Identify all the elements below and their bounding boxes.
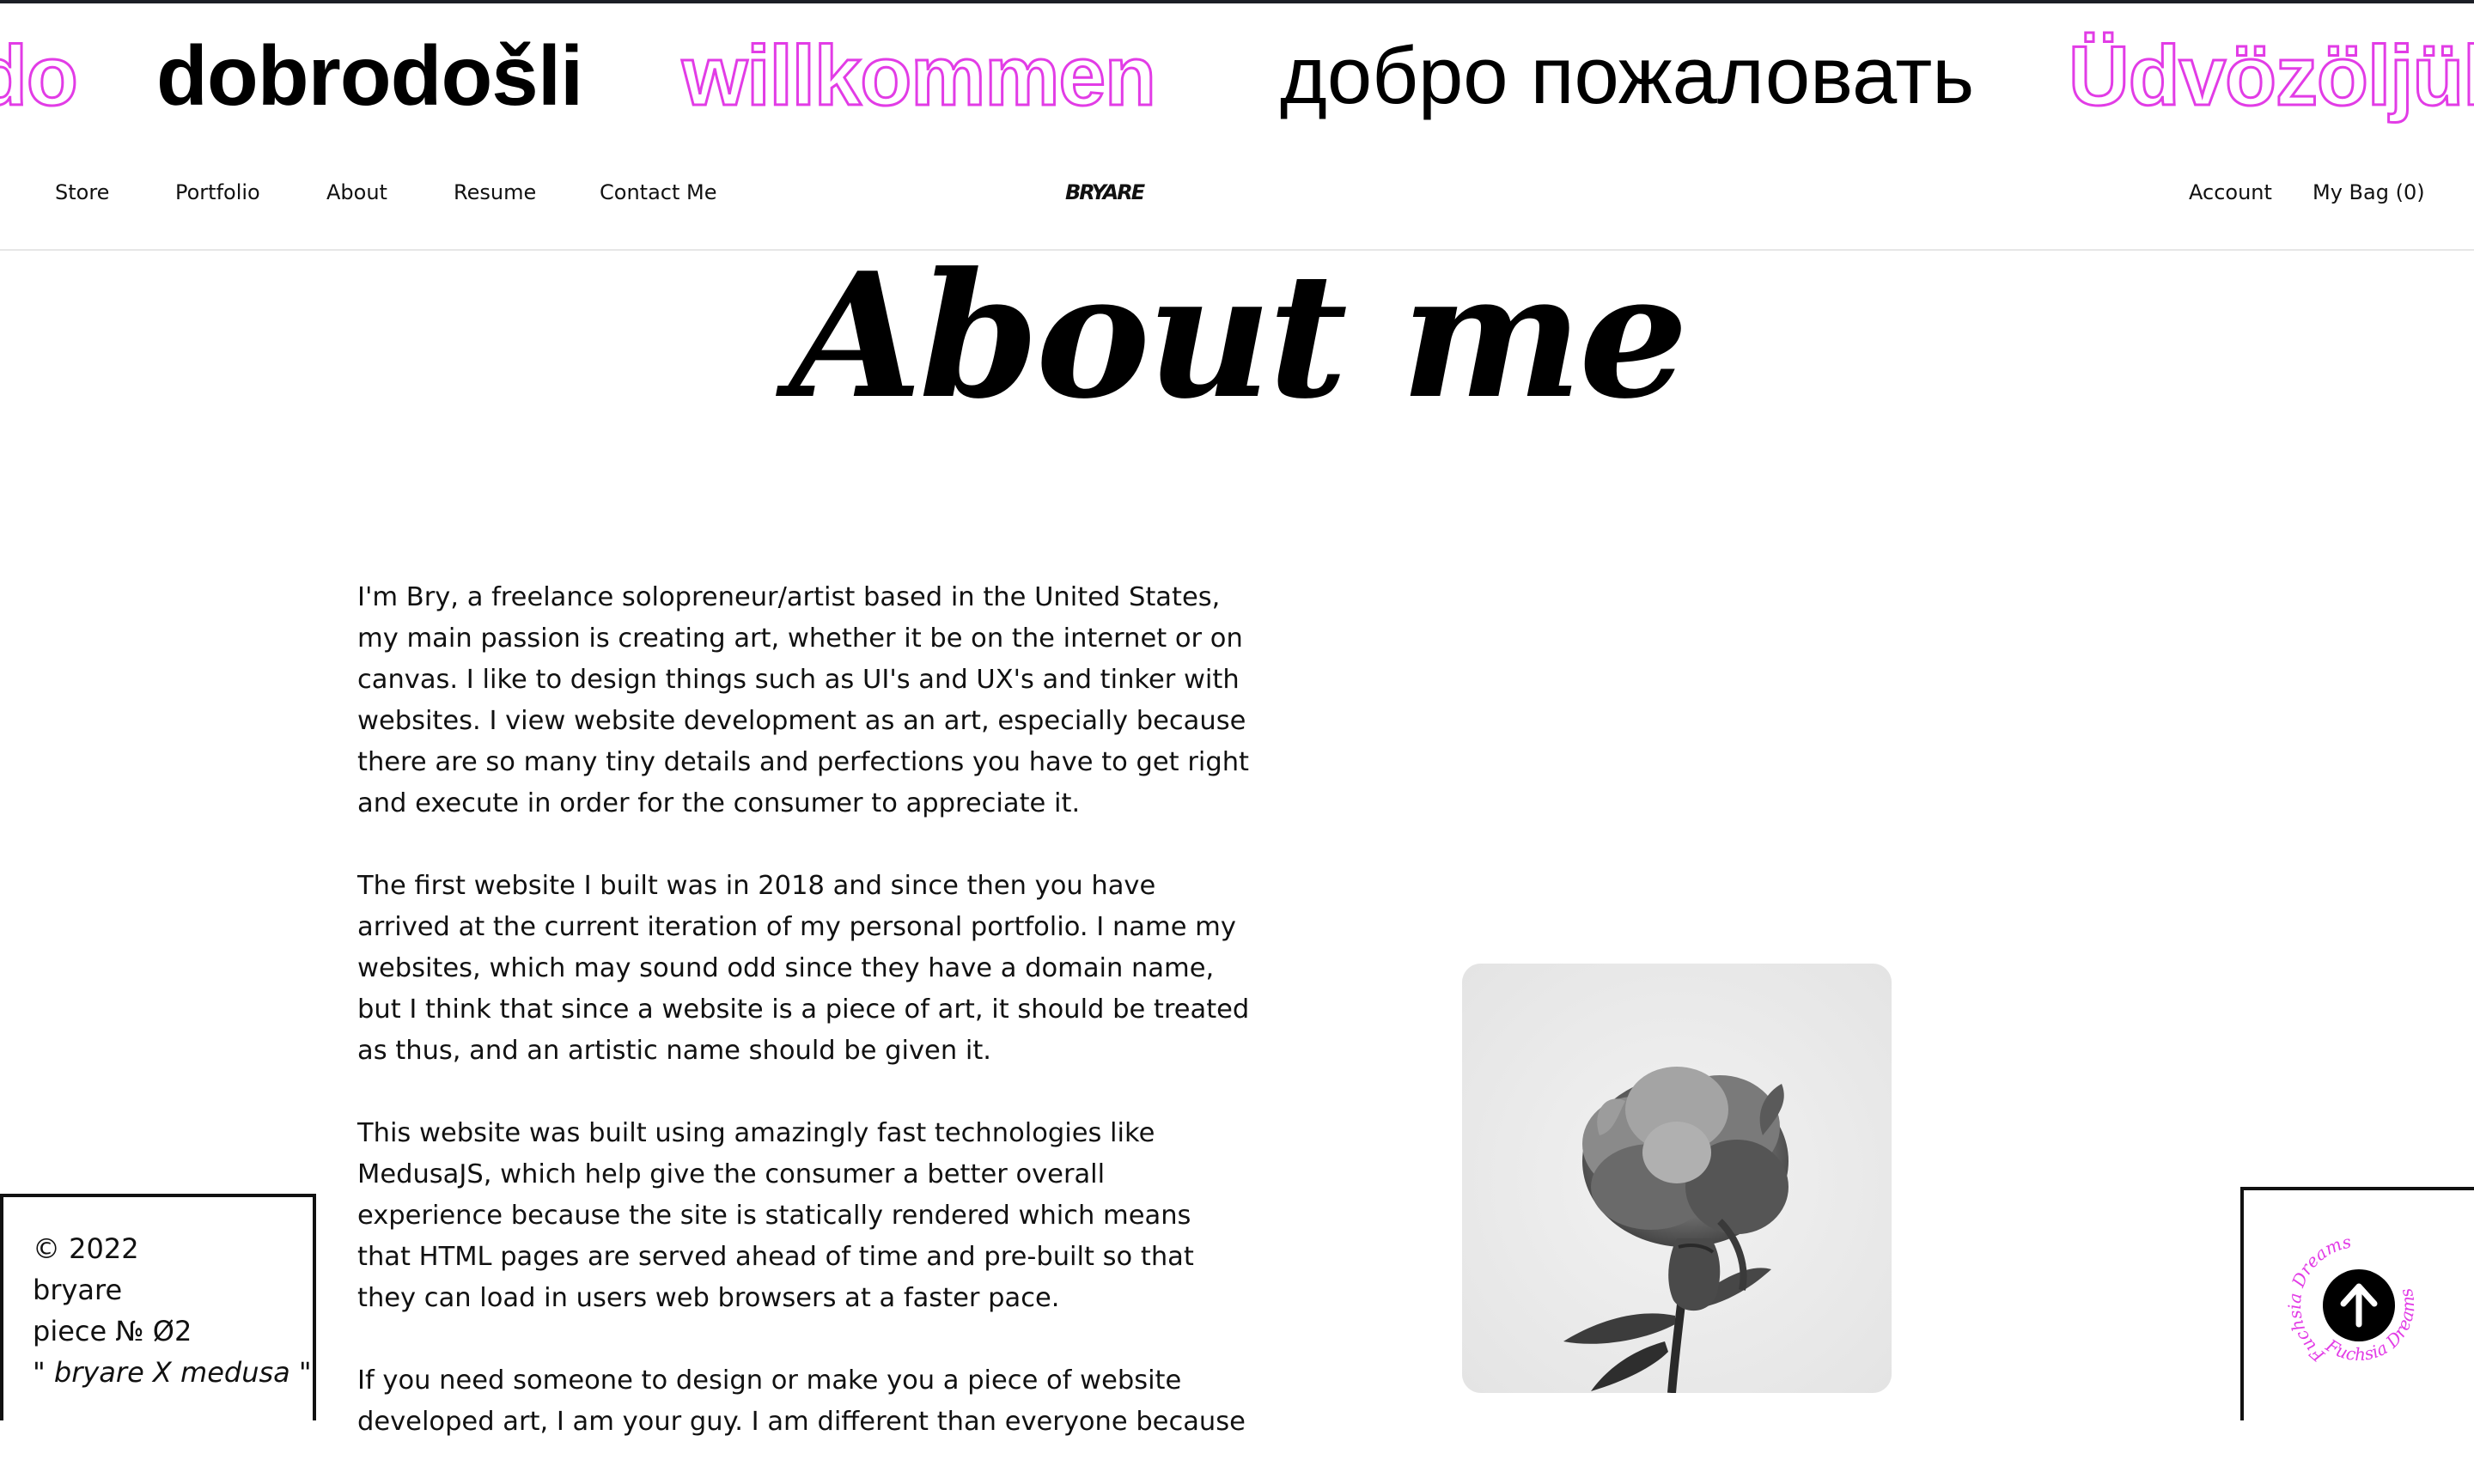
scroll-top-button[interactable] [2323, 1269, 2395, 1341]
marquee-word: willkommen [681, 27, 1158, 125]
paragraph: This website was built using amazingly f… [357, 1118, 1194, 1313]
paragraph: If you need someone to design or make yo… [357, 1365, 1246, 1437]
copyright-year: © 2022 [33, 1232, 139, 1265]
flower-photo [1462, 964, 1892, 1393]
nav-link-store[interactable]: Store [55, 180, 109, 204]
account-link[interactable]: Account [2189, 180, 2272, 204]
piece-quote: " bryare X medusa " [33, 1356, 312, 1389]
nav-link-about[interactable]: About [326, 180, 387, 204]
about-content: I'm Bry, a freelance solopreneur/artist … [357, 577, 1251, 1484]
site-header: Store Portfolio About Resume Contact Me … [0, 141, 2474, 251]
page-title: About me [789, 235, 1689, 437]
marquee-word: dobrodošli [156, 28, 583, 123]
nav-link-resume[interactable]: Resume [454, 180, 536, 204]
marquee-word: do [0, 27, 79, 125]
arrow-up-icon [2340, 1283, 2378, 1328]
paragraph: I'm Bry, a freelance solopreneur/artist … [357, 582, 1249, 818]
welcome-marquee: do dobrodošli willkommen добро пожаловат… [0, 3, 2474, 141]
nav-link-portfolio[interactable]: Portfolio [175, 180, 260, 204]
marquee-word: Üdvözöljük [2068, 27, 2474, 125]
copyright-box: © 2022 bryare piece № Ø2 " bryare X medu… [0, 1194, 316, 1420]
flower-illustration [1462, 964, 1892, 1393]
copyright-name: bryare [33, 1274, 123, 1306]
brand-logo[interactable]: BRYARE [1065, 180, 1145, 204]
marquee-word: добро пожаловать [1280, 30, 1975, 120]
scroll-top-box: Fuchsia Dreams Fuchsia Dreams [2240, 1187, 2474, 1420]
bag-link[interactable]: My Bag (0) [2313, 180, 2425, 204]
paragraph: The first website I built was in 2018 an… [357, 871, 1250, 1066]
nav-link-contact[interactable]: Contact Me [600, 180, 716, 204]
piece-number: piece № Ø2 [33, 1315, 192, 1347]
